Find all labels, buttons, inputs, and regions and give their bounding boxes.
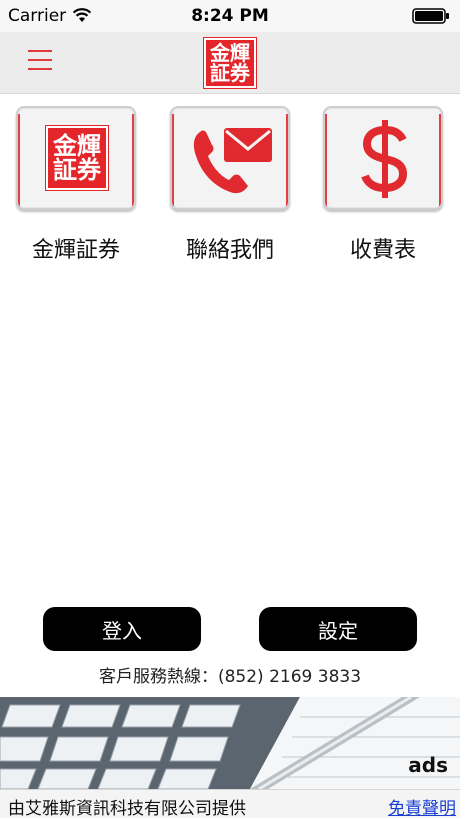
settings-button[interactable]: 設定 [259, 607, 417, 651]
status-time: 8:24 PM [191, 6, 269, 26]
logo-icon: 金輝 証券 [203, 37, 257, 89]
tile-label-contact-us[interactable]: 聯絡我們 [160, 232, 300, 264]
tile-logo-line1: 金輝 [53, 132, 101, 160]
dollar-icon [361, 120, 408, 198]
footer: 由艾雅斯資訊科技有限公司提供 免責聲明 [0, 789, 460, 818]
tile-fee-schedule[interactable] [323, 106, 443, 210]
company-logo-icon: 金輝 証券 [45, 125, 109, 191]
customer-hotline: 客戶服務熱線：(852) 2169 3833 [98, 667, 362, 687]
nav-bar: 金輝 証券 [0, 32, 460, 94]
calculator-image [0, 697, 460, 789]
ad-label: ads [408, 753, 448, 777]
tile-contact-us[interactable] [170, 106, 290, 210]
disclaimer-link[interactable]: 免責聲明 [388, 794, 456, 818]
provider-text: 由艾雅斯資訊科技有限公司提供 [8, 799, 246, 818]
ad-banner[interactable]: ads [0, 697, 460, 789]
phone-mail-icon [193, 128, 272, 194]
tile-label-fee-schedule[interactable]: 收費表 [313, 232, 453, 264]
tile-company[interactable]: 金輝 証券 [16, 106, 136, 210]
logo-text-line1: 金輝 [210, 41, 250, 65]
logo-text-line2: 証券 [210, 61, 250, 85]
tile-label-company[interactable]: 金輝証券 [6, 232, 146, 264]
login-button[interactable]: 登入 [43, 607, 201, 651]
app-logo: 金輝 証券 [203, 37, 257, 89]
hamburger-menu-icon[interactable] [28, 50, 52, 72]
status-bar: Carrier 8:24 PM [0, 0, 460, 32]
battery-icon [412, 8, 449, 24]
tile-logo-line2: 証券 [53, 156, 101, 184]
